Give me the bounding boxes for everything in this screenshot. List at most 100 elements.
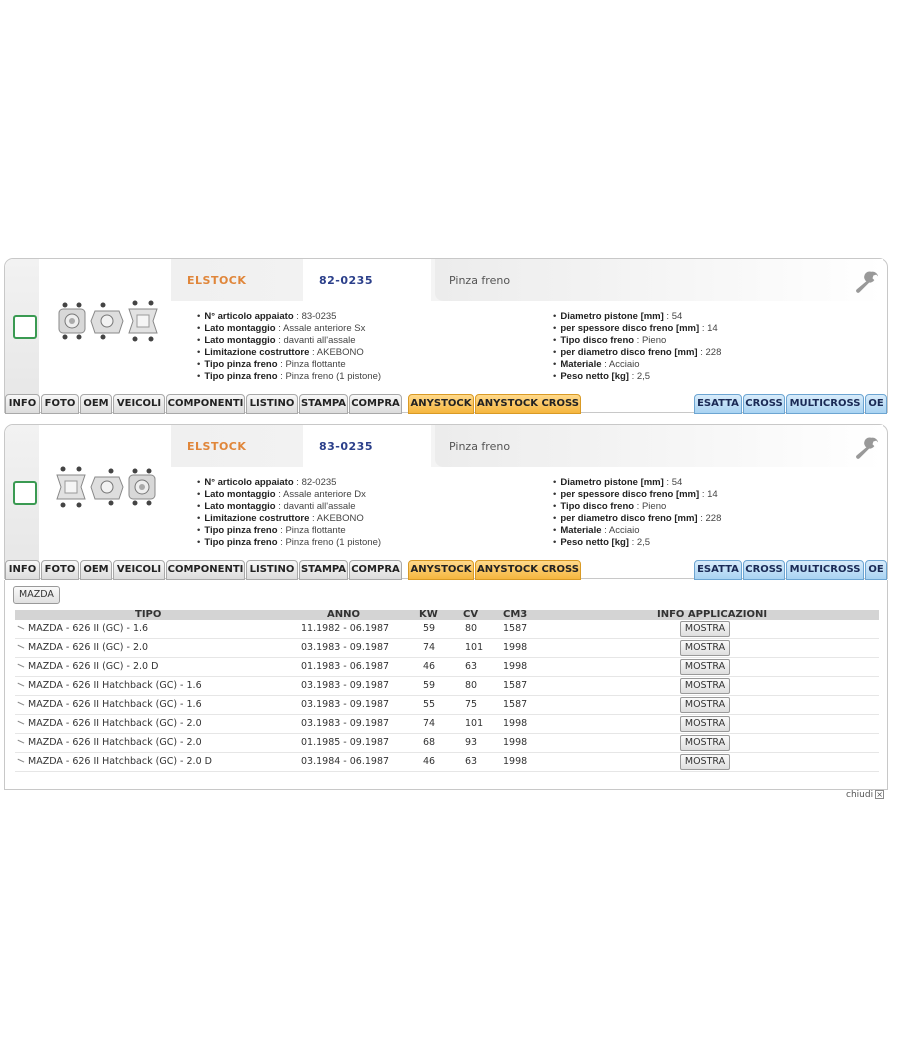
- pencil-icon[interactable]: [16, 663, 25, 670]
- cell-cv: 93: [465, 737, 477, 748]
- property-value: Pieno: [641, 335, 667, 346]
- tab-anystock[interactable]: ANYSTOCK: [408, 560, 474, 580]
- cell-cv-text: 80: [465, 680, 478, 691]
- property-label: Limitazione costruttore: [204, 513, 310, 524]
- property-item: N° articolo appaiato : 83-0235: [197, 311, 381, 323]
- make-filter-button[interactable]: MAZDA: [13, 586, 60, 604]
- tab-anystock-cross[interactable]: ANYSTOCK CROSS: [475, 394, 581, 414]
- tab-compra[interactable]: COMPRA: [349, 560, 402, 580]
- pencil-icon[interactable]: [16, 644, 25, 651]
- tab-oem[interactable]: OEM: [80, 560, 112, 580]
- cell-cm3: 1587: [503, 699, 527, 710]
- header-kw[interactable]: KW: [419, 609, 438, 620]
- cell-kw-text: 46: [423, 661, 436, 672]
- header-tipo[interactable]: TIPO: [135, 609, 161, 620]
- tab-esatta[interactable]: ESATTA: [694, 560, 742, 580]
- tab-veicoli[interactable]: VEICOLI: [113, 560, 165, 580]
- tab-multicross[interactable]: MULTICROSS: [786, 560, 864, 580]
- header-anno[interactable]: ANNO: [327, 609, 360, 620]
- property-item: Lato montaggio : davanti all'assale: [197, 335, 381, 347]
- cell-cm3-text: 1587: [503, 680, 528, 691]
- header-cv[interactable]: CV: [463, 609, 478, 620]
- pencil-icon[interactable]: [16, 625, 25, 632]
- cell-cv-text: 63: [465, 756, 478, 767]
- mostra-button[interactable]: MOSTRA: [680, 735, 730, 751]
- mostra-button[interactable]: MOSTRA: [680, 678, 730, 694]
- pencil-icon[interactable]: [16, 720, 25, 727]
- cell-tipo-text: MAZDA - 626 II Hatchback (GC) - 2.0: [28, 718, 202, 729]
- tab-componenti[interactable]: COMPONENTI: [166, 394, 245, 414]
- cell-cm3-text: 1998: [503, 661, 528, 672]
- property-item: per diametro disco freno [mm] : 228: [553, 347, 721, 359]
- property-value: Pieno: [641, 501, 667, 512]
- property-label: Peso netto [kg]: [560, 371, 629, 382]
- tab-anystock-cross[interactable]: ANYSTOCK CROSS: [475, 560, 581, 580]
- product-photo[interactable]: [53, 295, 161, 347]
- mostra-button[interactable]: MOSTRA: [680, 659, 730, 675]
- property-item: Materiale : Acciaio: [553, 359, 721, 371]
- pencil-icon[interactable]: [16, 682, 25, 689]
- tab-cross[interactable]: CROSS: [743, 560, 785, 580]
- select-checkbox[interactable]: [13, 315, 37, 339]
- mostra-button[interactable]: MOSTRA: [680, 716, 730, 732]
- tab-oe[interactable]: OE: [865, 394, 887, 414]
- tab-oe[interactable]: OE: [865, 560, 887, 580]
- property-value: Pinza freno (1 pistone): [285, 371, 382, 382]
- cell-cm3: 1998: [503, 737, 527, 748]
- cell-cm3: 1998: [503, 756, 527, 767]
- pencil-icon[interactable]: [16, 758, 25, 765]
- brand-name[interactable]: ELSTOCK: [187, 440, 246, 453]
- cell-kw-text: 59: [423, 623, 436, 634]
- cell-anno: 03.1983 - 09.1987: [301, 718, 389, 729]
- tab-info[interactable]: INFO: [5, 394, 40, 414]
- tab-foto[interactable]: FOTO: [41, 394, 79, 414]
- brand-name[interactable]: ELSTOCK: [187, 274, 246, 287]
- property-label: N° articolo appaiato: [204, 477, 294, 488]
- product-card: ELSTOCK 83-0235 Pinza freno N° articolo …: [4, 424, 888, 580]
- close-button[interactable]: chiudi ×: [846, 790, 885, 800]
- cell-anno: 01.1983 - 06.1987: [301, 661, 389, 672]
- property-label: per diametro disco freno [mm]: [560, 347, 698, 358]
- tab-esatta[interactable]: ESATTA: [694, 394, 742, 414]
- property-label: Tipo disco freno: [560, 335, 635, 346]
- wrench-icon[interactable]: [853, 269, 879, 295]
- cell-cm3: 1587: [503, 623, 527, 634]
- cell-kw-text: 55: [423, 699, 436, 710]
- tab-listino[interactable]: LISTINO: [246, 394, 298, 414]
- wrench-icon[interactable]: [853, 435, 879, 461]
- property-value: 83-0235: [301, 311, 337, 322]
- tab-stampa[interactable]: STAMPA: [299, 394, 348, 414]
- pencil-icon[interactable]: [16, 739, 25, 746]
- tab-info[interactable]: INFO: [5, 560, 40, 580]
- article-code[interactable]: 82-0235: [319, 274, 373, 287]
- tab-oem[interactable]: OEM: [80, 394, 112, 414]
- property-item: Tipo pinza freno : Pinza freno (1 piston…: [197, 537, 381, 549]
- tab-veicoli[interactable]: VEICOLI: [113, 394, 165, 414]
- tab-cross[interactable]: CROSS: [743, 394, 785, 414]
- cell-cv: 63: [465, 756, 477, 767]
- select-checkbox[interactable]: [13, 481, 37, 505]
- product-card: ELSTOCK 82-0235 Pinza freno N° articolo …: [4, 258, 888, 414]
- cell-cv-text: 63: [465, 661, 478, 672]
- pencil-icon[interactable]: [16, 701, 25, 708]
- tab-compra[interactable]: COMPRA: [349, 394, 402, 414]
- property-value: 14: [707, 323, 718, 334]
- tab-componenti[interactable]: COMPONENTI: [166, 560, 245, 580]
- product-photo[interactable]: [53, 461, 161, 513]
- tab-anystock[interactable]: ANYSTOCK: [408, 394, 474, 414]
- mostra-button[interactable]: MOSTRA: [680, 640, 730, 656]
- mostra-button[interactable]: MOSTRA: [680, 697, 730, 713]
- tab-foto[interactable]: FOTO: [41, 560, 79, 580]
- mostra-button[interactable]: MOSTRA: [680, 754, 730, 770]
- property-value: 2,5: [636, 537, 651, 548]
- tab-listino[interactable]: LISTINO: [246, 560, 298, 580]
- property-label: Materiale: [560, 525, 602, 536]
- tab-multicross[interactable]: MULTICROSS: [786, 394, 864, 414]
- mostra-button[interactable]: MOSTRA: [680, 621, 730, 637]
- table-row: MAZDA - 626 II (GC) - 2.0 D 01.1983 - 06.…: [15, 658, 879, 677]
- article-code[interactable]: 83-0235: [319, 440, 373, 453]
- tab-stampa[interactable]: STAMPA: [299, 560, 348, 580]
- property-item: Limitazione costruttore : AKEBONO: [197, 513, 381, 525]
- property-value: Acciaio: [608, 359, 640, 370]
- header-cm3[interactable]: CM3: [503, 609, 527, 620]
